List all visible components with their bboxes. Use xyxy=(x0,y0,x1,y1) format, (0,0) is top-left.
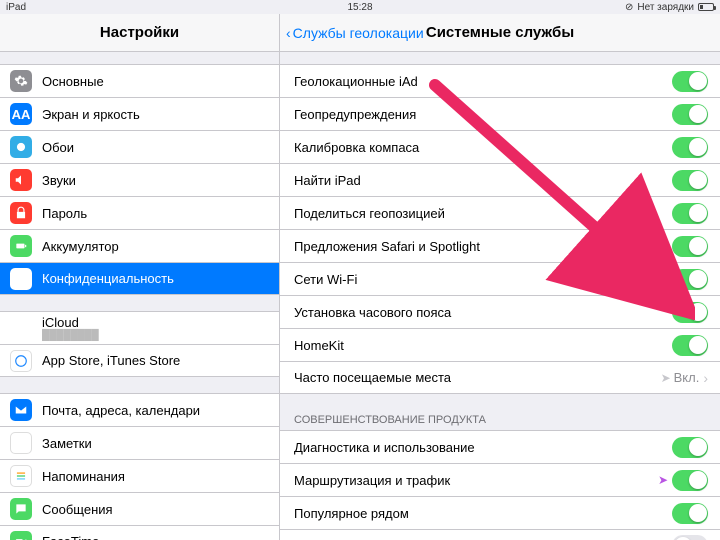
row-wifi[interactable]: Сети Wi-Fi xyxy=(280,262,720,295)
sidebar-item-privacy[interactable]: Конфиденциальность xyxy=(0,262,279,295)
back-button[interactable]: ‹Службы геолокации xyxy=(286,25,424,41)
sidebar-item-messages[interactable]: Сообщения xyxy=(0,492,279,525)
row-compass[interactable]: Калибровка компаса xyxy=(280,130,720,163)
sidebar-item-battery[interactable]: Аккумулятор xyxy=(0,229,279,262)
detail-list[interactable]: Геолокационные iAd Геопредупреждения Кал… xyxy=(280,52,720,540)
notes-icon xyxy=(10,432,32,454)
row-popular-nearby[interactable]: Популярное рядом xyxy=(280,496,720,529)
battery-settings-icon xyxy=(10,235,32,257)
sidebar-item-sounds[interactable]: Звуки xyxy=(0,163,279,196)
row-safari-spotlight[interactable]: Предложения Safari и Spotlight xyxy=(280,229,720,262)
toggle-popular-nearby[interactable] xyxy=(672,503,708,524)
detail-title: Системные службы xyxy=(426,24,574,41)
group-header-improvement: Совершенствование продукта xyxy=(280,410,720,430)
row-improve-maps[interactable]: Улучшить Карты xyxy=(280,529,720,540)
row-geo-alerts[interactable]: Геопредупреждения xyxy=(280,97,720,130)
status-time: 15:28 xyxy=(347,2,372,13)
sidebar-item-reminders[interactable]: Напоминания xyxy=(0,459,279,492)
gear-icon xyxy=(10,70,32,92)
sidebar-list[interactable]: Основные AAЭкран и яркость Обои Звуки Па… xyxy=(0,52,279,540)
toggle-find-ipad[interactable] xyxy=(672,170,708,191)
cloud-icon xyxy=(10,317,32,339)
product-improvement-group: Совершенствование продукта Диагностика и… xyxy=(280,410,720,540)
sidebar-item-appstore[interactable]: App Store, iTunes Store xyxy=(0,344,279,377)
detail-pane: ‹Службы геолокации Системные службы Геол… xyxy=(280,14,720,540)
toggle-share-location[interactable] xyxy=(672,203,708,224)
row-frequent-locations[interactable]: Часто посещаемые места➤Вкл.› xyxy=(280,361,720,394)
row-share-location[interactable]: Поделиться геопозицией xyxy=(280,196,720,229)
sidebar-nav: Настройки xyxy=(0,14,279,52)
sidebar-item-notes[interactable]: Заметки xyxy=(0,426,279,459)
sidebar-item-wallpaper[interactable]: Обои xyxy=(0,130,279,163)
row-timezone[interactable]: Установка часового пояса xyxy=(280,295,720,328)
brightness-icon: AA xyxy=(10,103,32,125)
location-arrow-icon: ➤ xyxy=(661,371,671,385)
status-device: iPad xyxy=(6,2,26,13)
reminders-icon xyxy=(10,465,32,487)
settings-sidebar: Настройки Основные AAЭкран и яркость Обо… xyxy=(0,14,280,540)
appstore-icon xyxy=(10,350,32,372)
row-iad[interactable]: Геолокационные iAd xyxy=(280,64,720,97)
sidebar-item-general[interactable]: Основные xyxy=(0,64,279,97)
wallpaper-icon xyxy=(10,136,32,158)
chevron-right-icon: › xyxy=(703,370,708,386)
hand-icon xyxy=(10,268,32,290)
toggle-homekit[interactable] xyxy=(672,335,708,356)
sidebar-item-icloud[interactable]: iCloud████████ xyxy=(0,311,279,344)
row-homekit[interactable]: HomeKit xyxy=(280,328,720,361)
toggle-diagnostics[interactable] xyxy=(672,437,708,458)
battery-icon xyxy=(698,3,714,11)
facetime-icon xyxy=(10,531,32,540)
toggle-routing-traffic[interactable] xyxy=(672,470,708,491)
toggle-safari-spotlight[interactable] xyxy=(672,236,708,257)
sidebar-item-mail[interactable]: Почта, адреса, календари xyxy=(0,393,279,426)
toggle-iad[interactable] xyxy=(672,71,708,92)
detail-nav: ‹Службы геолокации Системные службы xyxy=(280,14,720,52)
messages-icon xyxy=(10,498,32,520)
mail-icon xyxy=(10,399,32,421)
toggle-wifi[interactable] xyxy=(672,269,708,290)
icloud-account: ████████ xyxy=(42,330,267,341)
row-diagnostics[interactable]: Диагностика и использование xyxy=(280,430,720,463)
toggle-geo-alerts[interactable] xyxy=(672,104,708,125)
toggle-improve-maps[interactable] xyxy=(672,535,708,540)
toggle-timezone[interactable] xyxy=(672,302,708,323)
system-services-group: Геолокационные iAd Геопредупреждения Кал… xyxy=(280,64,720,394)
sidebar-item-display[interactable]: AAЭкран и яркость xyxy=(0,97,279,130)
sounds-icon xyxy=(10,169,32,191)
chevron-left-icon: ‹ xyxy=(286,25,291,41)
toggle-compass[interactable] xyxy=(672,137,708,158)
status-charge: Нет зарядки xyxy=(637,2,694,13)
sidebar-item-facetime[interactable]: FaceTime xyxy=(0,525,279,540)
row-find-ipad[interactable]: Найти iPad xyxy=(280,163,720,196)
lock-icon xyxy=(10,202,32,224)
row-routing-traffic[interactable]: Маршрутизация и трафик➤ xyxy=(280,463,720,496)
sidebar-title: Настройки xyxy=(100,24,179,41)
sidebar-item-passcode[interactable]: Пароль xyxy=(0,196,279,229)
location-arrow-icon: ➤ xyxy=(658,473,668,487)
status-bar: iPad 15:28 ⊘ Нет зарядки xyxy=(0,0,720,14)
